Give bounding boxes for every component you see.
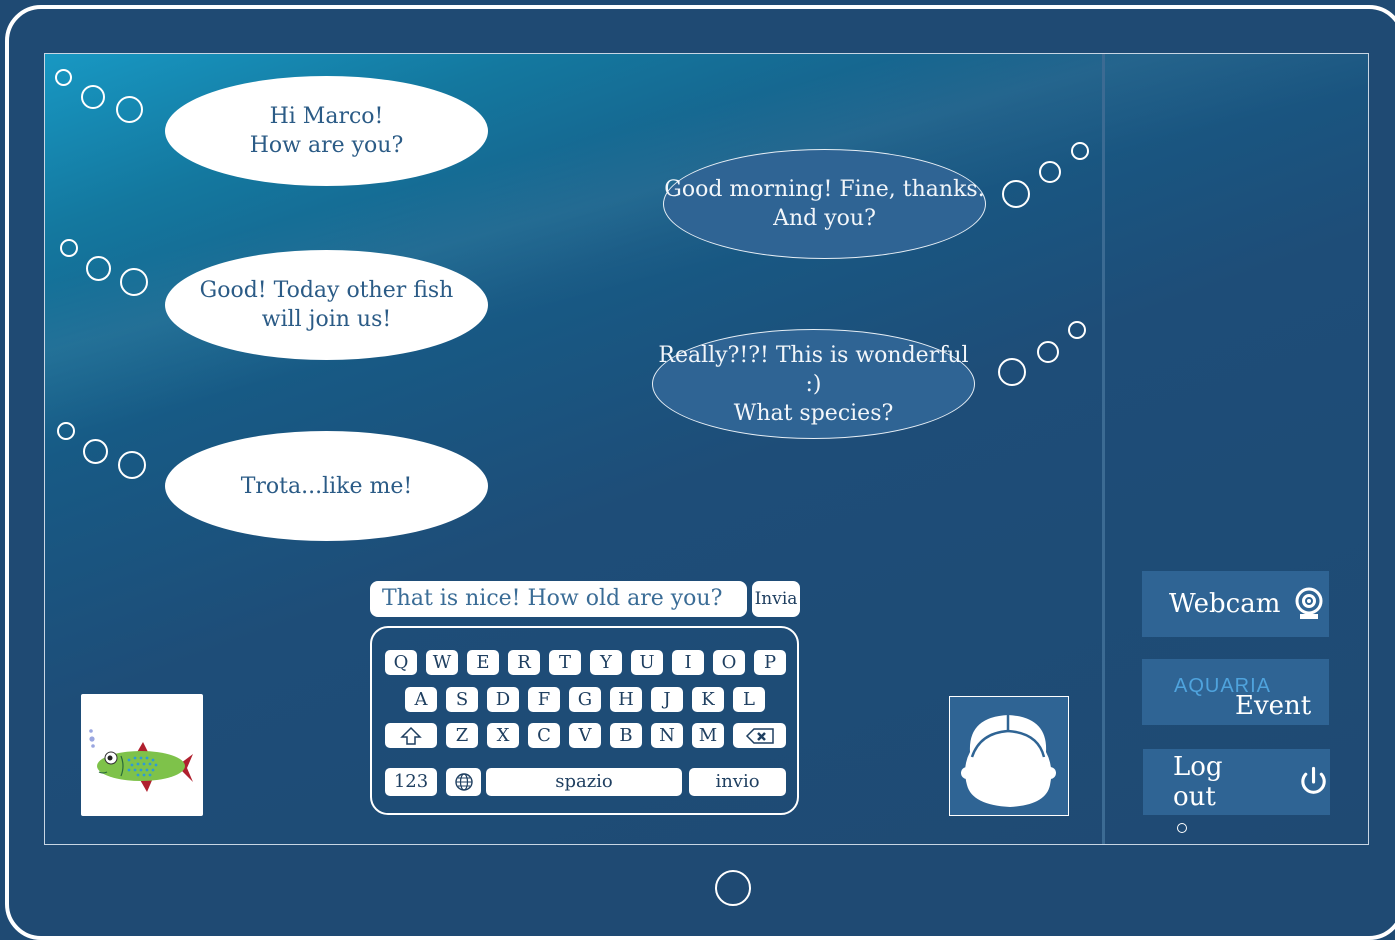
bubble-trail [55, 69, 72, 86]
fish-avatar[interactable] [81, 694, 203, 816]
logout-label: Log out [1173, 752, 1223, 812]
bubble-trail [81, 85, 105, 109]
key-b[interactable]: B [610, 723, 642, 748]
logout-button[interactable]: Log out [1143, 749, 1330, 815]
key-u[interactable]: U [631, 650, 663, 675]
key-d[interactable]: D [487, 687, 519, 712]
key-a[interactable]: A [405, 687, 437, 712]
bubble-trail [998, 358, 1026, 386]
outgoing-message: Really?!?! This is wonderful :) What spe… [652, 329, 975, 439]
key-e[interactable]: E [467, 650, 499, 675]
key-i[interactable]: I [672, 650, 704, 675]
globe-key[interactable] [446, 768, 481, 796]
message-input[interactable]: That is nice! How old are you? [370, 581, 747, 617]
bubble-trail [57, 422, 75, 440]
message-text: Good morning! Fine, thanks. And you? [664, 177, 985, 231]
key-g[interactable]: G [569, 687, 601, 712]
key-c[interactable]: C [528, 723, 560, 748]
incoming-message: Hi Marco! How are you? [165, 76, 488, 186]
key-s[interactable]: S [446, 687, 478, 712]
virtual-keyboard: Q W E R T Y U I O P A S D F G H J K L Z … [370, 626, 799, 815]
bubble-trail [120, 268, 148, 296]
bubble-trail [118, 451, 146, 479]
incoming-message: Good! Today other fish will join us! [165, 250, 488, 360]
key-r[interactable]: R [508, 650, 540, 675]
numbers-key[interactable]: 123 [385, 768, 437, 796]
key-v[interactable]: V [569, 723, 601, 748]
chat-screen: Hi Marco! How are you? Good! Today other… [44, 53, 1369, 845]
outgoing-message: Good morning! Fine, thanks. And you? [663, 149, 986, 259]
bubble-trail [1002, 180, 1030, 208]
key-w[interactable]: W [426, 650, 458, 675]
space-key[interactable]: spazio [486, 768, 682, 796]
incoming-message: Trota...like me! [165, 431, 488, 541]
key-z[interactable]: Z [446, 723, 478, 748]
bubble-trail [60, 239, 78, 257]
sidebar-divider [1102, 54, 1105, 844]
key-n[interactable]: N [651, 723, 683, 748]
key-q[interactable]: Q [385, 650, 417, 675]
shift-key[interactable] [385, 723, 437, 748]
key-h[interactable]: H [610, 687, 642, 712]
logo-sub: Event [1235, 691, 1312, 721]
fish-icon [89, 729, 193, 792]
webcam-button[interactable]: Webcam [1142, 571, 1329, 637]
bubble-trail [1068, 321, 1086, 339]
message-text: Hi Marco! How are you? [249, 104, 404, 158]
bubble-trail [83, 439, 108, 464]
backspace-key[interactable] [733, 723, 786, 748]
status-dot [1177, 823, 1187, 833]
webcam-label: Webcam [1169, 589, 1281, 619]
message-text: Good! Today other fish will join us! [199, 278, 454, 332]
key-p[interactable]: P [754, 650, 786, 675]
globe-icon [454, 773, 473, 791]
message-text: Really?!?! This is wonderful :) What spe… [658, 342, 969, 426]
message-text: Trota...like me! [240, 473, 413, 499]
message-input-value: That is nice! How old are you? [382, 586, 723, 611]
aquaria-event-logo: AQUARIA Event [1142, 659, 1329, 725]
enter-key[interactable]: invio [689, 768, 786, 796]
power-icon [1301, 766, 1326, 794]
shift-arrow-icon [400, 726, 422, 745]
backspace-icon [745, 728, 774, 744]
key-m[interactable]: M [692, 723, 724, 748]
key-l[interactable]: L [733, 687, 765, 712]
key-x[interactable]: X [487, 723, 519, 748]
user-avatar[interactable] [949, 696, 1069, 816]
key-f[interactable]: F [528, 687, 560, 712]
webcam-icon [1295, 587, 1323, 619]
send-button[interactable]: Invia [752, 581, 800, 617]
key-k[interactable]: K [692, 687, 724, 712]
bubble-trail [86, 256, 111, 281]
bubble-trail [1037, 341, 1059, 363]
key-y[interactable]: Y [590, 650, 622, 675]
key-j[interactable]: J [651, 687, 683, 712]
key-t[interactable]: T [549, 650, 581, 675]
bubble-trail [1071, 142, 1089, 160]
bubble-trail [116, 96, 143, 123]
bubble-trail [1039, 161, 1061, 183]
key-o[interactable]: O [713, 650, 745, 675]
user-silhouette-icon [961, 715, 1056, 807]
home-button[interactable] [715, 870, 751, 906]
